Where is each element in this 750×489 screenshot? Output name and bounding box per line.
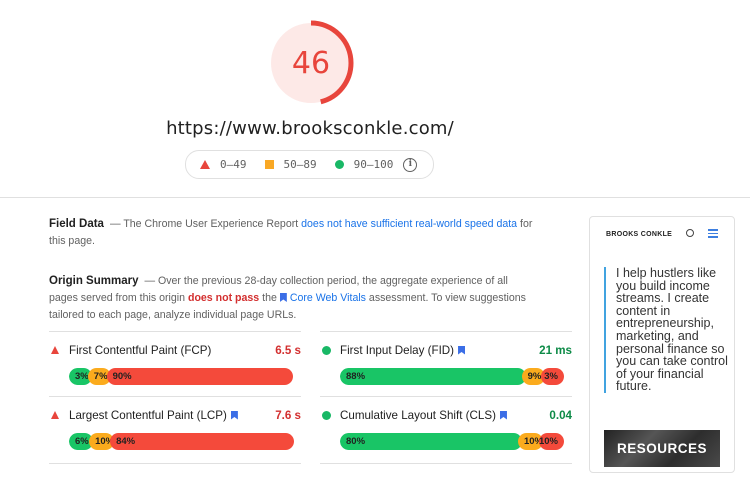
distribution-segment-poor: 3% xyxy=(540,368,564,385)
thumbnail-header: BROOKS CONKLE xyxy=(590,217,734,251)
metric-name: First Input Delay (FID) xyxy=(340,343,455,357)
distribution-segment-good: 80% xyxy=(340,433,522,450)
metric-name: Cumulative Layout Shift (CLS) xyxy=(340,408,496,422)
metric-cls: Cumulative Layout Shift (CLS) 0.04 80% 10% 1… xyxy=(320,407,572,450)
thumbnail-resources-banner: RESOURCES xyxy=(604,430,720,467)
field-data-link[interactable]: does not have sufficient real-world spee… xyxy=(301,218,517,230)
metric-value: 7.6 s xyxy=(275,408,301,422)
distribution-segment-poor: 10% xyxy=(538,433,564,450)
distribution-segment-poor: 84% xyxy=(110,433,294,450)
red-triangle-icon xyxy=(51,411,59,419)
metric-value: 6.5 s xyxy=(275,343,301,357)
metric-status-indicator xyxy=(49,411,61,419)
metric-separator xyxy=(320,396,572,397)
metric-name: First Contentful Paint (FCP) xyxy=(69,343,212,357)
thumbnail-logo: BROOKS CONKLE xyxy=(606,230,673,238)
field-data-section: Field Data — The Chrome User Experience R… xyxy=(49,216,534,250)
search-icon xyxy=(686,229,694,237)
red-triangle-icon xyxy=(51,346,59,354)
metric-status-indicator xyxy=(320,410,332,420)
core-web-vital-bookmark-icon xyxy=(230,410,238,420)
page-screenshot-thumbnail: BROOKS CONKLE I help hustlers like you b… xyxy=(589,216,735,473)
section-divider xyxy=(0,197,750,198)
origin-summary-mid: the xyxy=(259,292,280,304)
legend-item-good: 90–100 xyxy=(334,158,394,171)
green-circle-icon xyxy=(321,410,331,420)
metric-fid: First Input Delay (FID) 21 ms 88% 9% 3% xyxy=(320,342,572,385)
metric-header: Cumulative Layout Shift (CLS) 0.04 xyxy=(320,407,572,423)
core-web-vital-bookmark-icon xyxy=(499,410,507,420)
green-circle-icon xyxy=(334,160,344,169)
score-legend: 0–49 50–89 90–100 i xyxy=(185,150,434,179)
metric-lcp: Largest Contentful Paint (LCP) 7.6 s 6% 10%… xyxy=(49,407,301,450)
distribution-segment-poor: 90% xyxy=(106,368,293,385)
legend-label: 50–89 xyxy=(283,158,317,171)
metric-separator xyxy=(49,396,301,397)
bookmark-icon xyxy=(279,293,287,302)
metric-value: 21 ms xyxy=(539,343,572,357)
core-web-vital-bookmark-icon xyxy=(458,345,466,355)
origin-summary-title: Origin Summary xyxy=(49,275,139,287)
legend-label: 0–49 xyxy=(220,158,247,171)
legend-item-average: 50–89 xyxy=(264,158,317,171)
orange-square-icon xyxy=(264,160,274,169)
metric-header: First Input Delay (FID) 21 ms xyxy=(320,342,572,358)
assessment-fail-text: does not pass xyxy=(187,292,260,304)
legend-label: 90–100 xyxy=(353,158,394,171)
metric-header: Largest Contentful Paint (LCP) 7.6 s xyxy=(49,407,301,423)
info-icon[interactable]: i xyxy=(403,157,418,172)
metric-status-indicator xyxy=(320,345,332,355)
metric-separator xyxy=(320,331,572,332)
legend-item-poor: 0–49 xyxy=(200,158,247,171)
metric-separator xyxy=(320,463,572,464)
green-circle-icon xyxy=(321,345,331,355)
field-data-title: Field Data xyxy=(49,218,104,230)
hamburger-menu-icon xyxy=(708,229,718,240)
metric-separator xyxy=(49,331,301,332)
core-web-vitals-link[interactable]: Core Web Vitals xyxy=(279,292,366,304)
metric-status-indicator xyxy=(49,346,61,354)
origin-summary-section: Origin Summary — Over the previous 28-day… xyxy=(49,273,534,324)
metric-header: First Contentful Paint (FCP) 6.5 s xyxy=(49,342,301,358)
metric-value: 0.04 xyxy=(549,408,572,422)
performance-score-gauge: 46 xyxy=(266,18,356,108)
score-value: 46 xyxy=(291,45,331,81)
metric-name: Largest Contentful Paint (LCP) xyxy=(69,408,227,422)
distribution-bar: 6% 10% 84% xyxy=(69,433,301,450)
metric-fcp: First Contentful Paint (FCP) 6.5 s 3% 7% 90% xyxy=(49,342,301,385)
thumbnail-intro-text: I help hustlers like you build income st… xyxy=(604,267,730,393)
metric-separator xyxy=(49,463,301,464)
distribution-bar: 80% 10% 10% xyxy=(340,433,572,450)
distribution-bar: 88% 9% 3% xyxy=(340,368,572,385)
core-web-vitals-label: Core Web Vitals xyxy=(289,292,366,304)
distribution-segment-good: 88% xyxy=(340,368,526,385)
red-triangle-icon xyxy=(200,160,210,169)
field-data-text: — The Chrome User Experience Report xyxy=(109,218,302,230)
page-url: https://www.brooksconkle.com/ xyxy=(166,118,454,139)
distribution-bar: 3% 7% 90% xyxy=(69,368,301,385)
